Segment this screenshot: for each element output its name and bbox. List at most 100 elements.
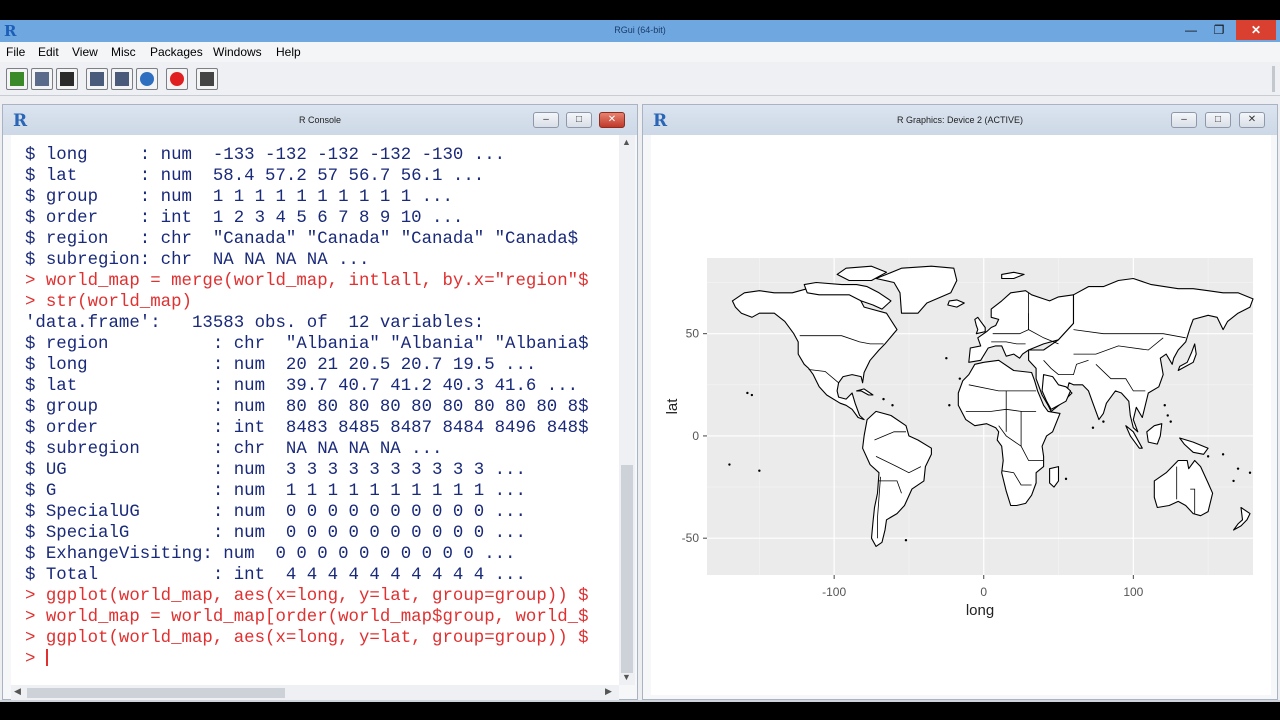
copy-button[interactable] <box>86 68 108 90</box>
open-script-button[interactable] <box>6 68 28 90</box>
console-output-line: $ group : num 80 80 80 80 80 80 80 80 80… <box>25 398 589 417</box>
small-island <box>1206 455 1210 458</box>
menu-file[interactable]: File <box>6 45 25 59</box>
toolbar-edge <box>1272 66 1275 92</box>
stop-button[interactable] <box>166 68 188 90</box>
graphics-window: R R Graphics: Device 2 (ACTIVE) – □ ✕ -1… <box>642 104 1278 700</box>
minimize-button[interactable]: — <box>1176 20 1206 40</box>
console-output-line: $ Total : int 4 4 4 4 4 4 4 4 4 4 ... <box>25 566 526 585</box>
y-tick-label: 50 <box>686 327 700 341</box>
console-vertical-scroll-thumb[interactable] <box>621 465 633 673</box>
console-window: R R Console – □ ✕ $ long : num -133 -132… <box>2 104 638 701</box>
copy-icon <box>90 72 104 86</box>
console-command-line: > world_map = world_map[order(world_map$… <box>25 608 589 627</box>
small-island <box>958 377 962 380</box>
copy-paste-button[interactable] <box>111 68 133 90</box>
load-workspace-button[interactable] <box>31 68 53 90</box>
console-output-line: $ order : int 8483 8485 8487 8484 8496 8… <box>25 419 589 438</box>
graphics-canvas[interactable]: -100 0 100 50 0 -50 long lat <box>651 135 1271 695</box>
small-island <box>1248 471 1252 474</box>
console-horizontal-scrollbar[interactable]: ◀ ▶ <box>11 685 619 701</box>
menu-view[interactable]: View <box>72 45 98 59</box>
small-island <box>945 357 948 360</box>
menu-windows[interactable]: Windows <box>213 45 262 59</box>
small-island <box>1163 404 1166 407</box>
print-button[interactable] <box>196 68 218 90</box>
console-lines: $ long : num -133 -132 -132 -132 -130 ..… <box>25 145 589 670</box>
console-output-line: $ lat : num 58.4 57.2 57 56.7 56.1 ... <box>25 167 485 186</box>
refresh-button[interactable] <box>136 68 158 90</box>
toolbar <box>0 62 1280 96</box>
console-titlebar[interactable]: R R Console – □ ✕ <box>3 105 637 135</box>
status-strip <box>0 700 1280 702</box>
y-axis-title: lat <box>664 398 681 415</box>
console-vertical-scrollbar[interactable]: ▲ ▼ <box>619 135 635 685</box>
print-icon <box>200 72 214 86</box>
open-script-icon <box>10 72 24 86</box>
console-output-line: $ long : num 20 21 20.5 20.7 19.5 ... <box>25 356 537 375</box>
console-output-line: $ long : num -133 -132 -132 -132 -130 ..… <box>25 146 506 165</box>
console-horizontal-scroll-thumb[interactable] <box>27 688 285 698</box>
menu-edit[interactable]: Edit <box>38 45 59 59</box>
console-output-line: $ region : chr "Albania" "Albania" "Alba… <box>25 335 589 354</box>
console-maximize-button[interactable]: □ <box>566 112 592 128</box>
console-output-line: $ SpecialUG : num 0 0 0 0 0 0 0 0 0 0 ..… <box>25 503 526 522</box>
menu-misc[interactable]: Misc <box>111 45 136 59</box>
small-island <box>1236 467 1240 470</box>
small-island <box>904 539 908 542</box>
console-output[interactable]: $ long : num -133 -132 -132 -132 -130 ..… <box>11 135 619 685</box>
console-output-line: $ ExhangeVisiting: num 0 0 0 0 0 0 0 0 0… <box>25 545 516 564</box>
world-map-plot: -100 0 100 50 0 -50 long lat <box>664 258 1254 619</box>
close-button[interactable]: ✕ <box>1236 20 1276 40</box>
small-island <box>882 397 885 401</box>
small-island <box>1091 426 1095 429</box>
console-command-line: > str(world_map) <box>25 293 192 312</box>
small-island <box>1221 453 1225 456</box>
small-island <box>1102 420 1105 423</box>
small-island <box>750 393 754 397</box>
console-minimize-button[interactable]: – <box>533 112 559 128</box>
app-title: RGui (64-bit) <box>614 25 666 35</box>
small-island <box>1169 420 1172 423</box>
console-output-line: $ order : int 1 2 3 4 5 6 7 8 9 10 ... <box>25 209 464 228</box>
copy-paste-icon <box>115 72 129 86</box>
graphics-close-button[interactable]: ✕ <box>1239 112 1265 128</box>
scroll-right-icon[interactable]: ▶ <box>605 686 612 697</box>
console-prompt[interactable]: > <box>25 649 589 670</box>
console-command-line: > ggplot(world_map, aes(x=long, y=lat, g… <box>25 587 589 606</box>
console-output-line: $ subregion: chr NA NA NA NA ... <box>25 251 370 270</box>
console-output-line: $ SpecialG : num 0 0 0 0 0 0 0 0 0 0 ... <box>25 524 526 543</box>
menubar: File Edit View Misc Packages Windows Hel… <box>0 42 1280 62</box>
console-output-line: 'data.frame': 13583 obs. of 12 variables… <box>25 314 485 333</box>
x-tick-label: 100 <box>1123 585 1143 599</box>
console-output-line: $ subregion : chr NA NA NA NA ... <box>25 440 443 459</box>
save-workspace-button[interactable] <box>56 68 78 90</box>
scroll-up-icon[interactable]: ▲ <box>622 137 631 147</box>
app-titlebar[interactable]: R RGui (64-bit) — ❐ ✕ <box>0 20 1280 42</box>
load-workspace-icon <box>35 72 49 86</box>
x-tick-label: -100 <box>822 585 846 599</box>
menu-help[interactable]: Help <box>276 45 301 59</box>
graphics-titlebar[interactable]: R R Graphics: Device 2 (ACTIVE) – □ ✕ <box>643 105 1277 135</box>
console-output-line: $ region : chr "Canada" "Canada" "Canada… <box>25 230 579 249</box>
small-island <box>728 463 731 466</box>
graphics-maximize-button[interactable]: □ <box>1205 112 1231 128</box>
small-island <box>1064 477 1068 481</box>
small-island <box>948 404 951 407</box>
console-close-button[interactable]: ✕ <box>599 112 625 128</box>
maximize-button[interactable]: ❐ <box>1204 20 1234 40</box>
console-output-line: $ lat : num 39.7 40.7 41.2 40.3 41.6 ... <box>25 377 579 396</box>
console-command-line: > ggplot(world_map, aes(x=long, y=lat, g… <box>25 629 589 648</box>
graphics-minimize-button[interactable]: – <box>1171 112 1197 128</box>
stop-icon <box>170 72 184 86</box>
small-island <box>746 391 749 395</box>
scroll-left-icon[interactable]: ◀ <box>14 686 21 697</box>
text-cursor <box>45 649 48 666</box>
console-output-line: $ UG : num 3 3 3 3 3 3 3 3 3 3 ... <box>25 461 526 480</box>
y-tick-label: -50 <box>682 531 700 545</box>
small-island <box>1232 479 1235 483</box>
scroll-down-icon[interactable]: ▼ <box>622 672 631 682</box>
menu-packages[interactable]: Packages <box>150 45 203 59</box>
console-output-line: $ group : num 1 1 1 1 1 1 1 1 1 1 ... <box>25 188 453 207</box>
x-tick-label: 0 <box>980 585 987 599</box>
